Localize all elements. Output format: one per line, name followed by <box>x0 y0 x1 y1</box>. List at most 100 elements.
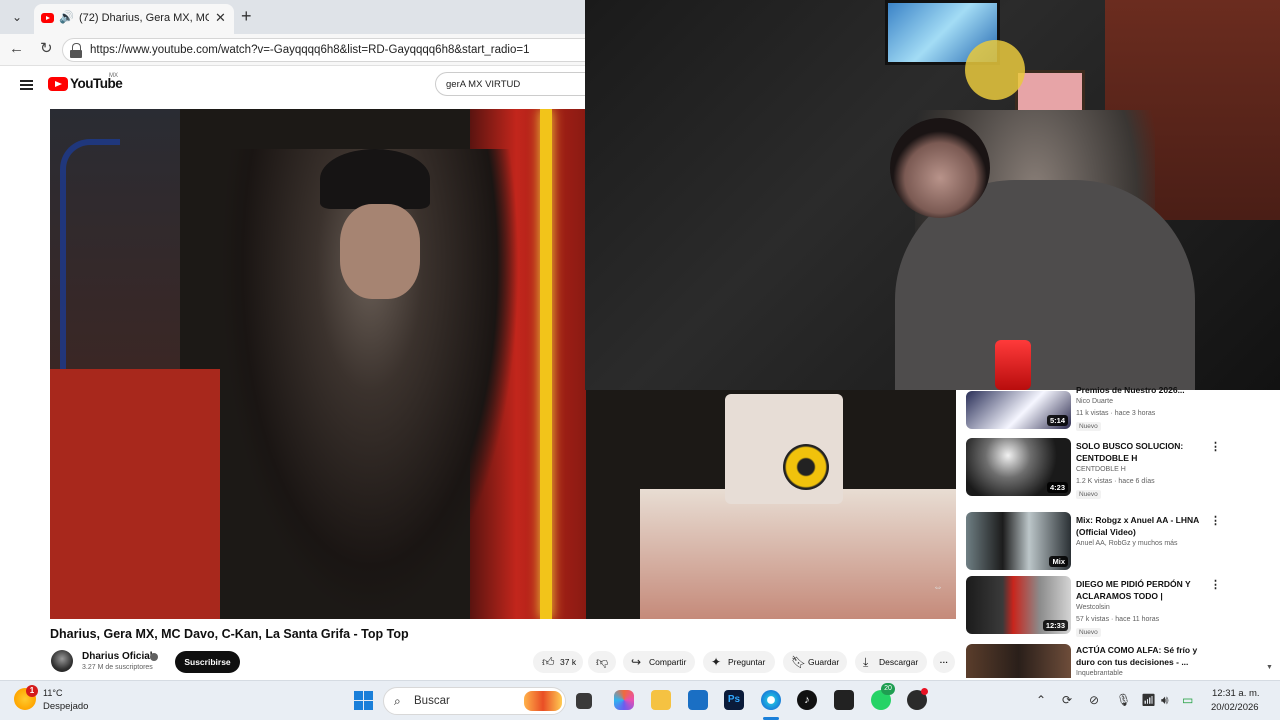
webcam-yellow-sticker <box>965 40 1025 100</box>
lock-icon[interactable] <box>70 43 82 58</box>
share-button[interactable]: ↪ Compartir <box>623 651 695 673</box>
taskbar-search[interactable]: ⌕ Buscar <box>383 687 566 715</box>
suggestion-title[interactable]: DIEGO ME PIDIÓ PERDÓN Y ACLARAMOS TODO |… <box>1076 578 1204 602</box>
ask-button[interactable]: ✦ Preguntar <box>703 651 775 673</box>
browser-tab-active[interactable]: 🔊 (72) Dharius, Gera MX, MC Da ✕ <box>34 4 234 34</box>
chevron-up-icon[interactable]: ⌃ <box>1036 693 1046 707</box>
task-view-icon[interactable] <box>576 693 592 709</box>
suggestion-title[interactable]: Mix: Robgz x Anuel AA - LHNA (Official V… <box>1076 514 1204 538</box>
photoshop-icon[interactable]: Ps <box>724 690 744 710</box>
url-text[interactable]: https://www.youtube.com/watch?v=-Gayqqqq… <box>90 44 529 56</box>
suggestion-channel[interactable]: CENTDOBLE H <box>1076 466 1126 473</box>
copilot-icon[interactable] <box>614 690 634 710</box>
wifi-icon[interactable]: 📶︎ <box>1141 693 1156 707</box>
verified-icon <box>150 653 158 661</box>
battery-icon[interactable]: ▭ <box>1182 693 1193 707</box>
download-button[interactable]: ⤓ Descargar <box>855 651 927 673</box>
video-scene-desk <box>640 489 956 619</box>
webcam-overlay <box>585 0 1280 390</box>
search-icon: ⌕ <box>394 694 401 708</box>
suggestion-channel[interactable]: Inquebrantable <box>1076 670 1123 677</box>
suggestion-item[interactable]: 5:14 Premios de Nuestro 2026... Nico Dua… <box>966 383 1206 433</box>
video-scene-cap <box>320 149 430 209</box>
suggestion-title[interactable]: Premios de Nuestro 2026... <box>1076 384 1204 396</box>
dislike-button[interactable]: 👎︎ <box>588 651 616 673</box>
duration-badge: 5:14 <box>1046 415 1068 426</box>
network-off-icon[interactable]: ⊘ <box>1089 693 1099 707</box>
scroll-down-arrow[interactable]: ▼ <box>1266 664 1273 671</box>
save-button[interactable]: 🔖︎ Guardar <box>783 651 847 673</box>
suggestion-title[interactable]: ACTÚA COMO ALFA: Sé frío y duro con tus … <box>1076 644 1204 668</box>
more-options-icon[interactable]: ⋮ <box>1210 440 1221 453</box>
windows-taskbar: 1 11°C Despejado ⌕ Buscar Ps ♪ 20 ⌃ ⟳ ⊘ … <box>0 680 1280 720</box>
subscriber-count: 3.27 M de suscriptores <box>82 664 153 671</box>
duration-badge: 4:23 <box>1046 482 1068 493</box>
microphone-icon[interactable]: 🎙︎ <box>1116 693 1131 707</box>
video-scene-red-panel <box>50 369 220 619</box>
drag-handle-icon[interactable]: ⇔ <box>932 582 944 594</box>
media-app-icon[interactable] <box>834 690 854 710</box>
suggestion-channel[interactable]: Nico Duarte <box>1076 398 1113 405</box>
suggestion-channel[interactable]: Anuel AA, RobGz y muchos más <box>1076 540 1178 547</box>
url-field[interactable]: https://www.youtube.com/watch?v=-Gayqqqq… <box>62 38 622 62</box>
channel-avatar[interactable] <box>51 650 73 672</box>
suggestion-item[interactable]: 4:23 SOLO BUSCO SOLUCION: CENTDOBLE H CE… <box>966 438 1221 499</box>
search-input[interactable]: gerA MX VIRTUD <box>435 72 600 96</box>
video-scene-speaker-cone <box>783 444 829 490</box>
close-icon[interactable]: ✕ <box>215 10 226 26</box>
suggestion-thumbnail[interactable]: 12:33 <box>966 576 1071 634</box>
new-tab-button[interactable]: + <box>241 6 252 26</box>
suggestion-title[interactable]: SOLO BUSCO SOLUCION: CENTDOBLE H <box>1076 440 1204 464</box>
video-title: Dharius, Gera MX, MC Davo, C-Kan, La San… <box>50 627 409 641</box>
clock-date[interactable]: 20/02/2026 <box>1211 702 1259 713</box>
dislike-icon: 👎︎ <box>596 655 609 669</box>
store-icon[interactable] <box>688 690 708 710</box>
plus-icon: + <box>241 6 252 26</box>
download-icon: ⤓ <box>863 655 869 669</box>
video-scene-speaker <box>725 394 843 504</box>
reload-icon[interactable]: ↻ <box>40 40 53 58</box>
file-explorer-icon[interactable] <box>651 690 671 710</box>
suggestion-item[interactable]: Mix Mix: Robgz x Anuel AA - LHNA (Offici… <box>966 512 1221 572</box>
suggestion-meta: 57 k vistas · hace 11 horas <box>1076 616 1160 623</box>
suggestion-thumbnail[interactable]: 5:14 <box>966 391 1071 429</box>
suggestion-thumbnail[interactable]: Mix <box>966 512 1071 570</box>
tab-actions-menu[interactable]: ⌄ <box>6 7 28 27</box>
more-options-icon[interactable]: ⋮ <box>1210 578 1221 591</box>
search-input-value[interactable]: gerA MX VIRTUD <box>446 79 520 90</box>
search-highlight-image <box>524 691 562 711</box>
taskbar-search-placeholder[interactable]: Buscar <box>414 695 450 707</box>
edge-icon[interactable] <box>761 690 781 710</box>
suggestion-thumbnail[interactable]: 4:23 <box>966 438 1071 496</box>
ask-label: Preguntar <box>728 657 766 667</box>
suggestion-meta: 11 k vistas · hace 3 horas <box>1076 410 1156 417</box>
new-badge: Nuevo <box>1076 490 1101 499</box>
weather-temperature[interactable]: 11°C <box>43 688 62 698</box>
sparkle-icon: ✦ <box>711 655 722 669</box>
suggestion-channel[interactable]: Westcolsin <box>1076 604 1110 611</box>
volume-icon[interactable]: 🔊︎ <box>1161 693 1169 708</box>
country-code: MX <box>109 73 118 79</box>
more-options-icon[interactable]: ⋮ <box>1210 514 1221 527</box>
clock-time[interactable]: 12:31 a. m. <box>1212 688 1260 699</box>
channel-name[interactable]: Dharius Oficial <box>82 651 153 662</box>
sync-icon[interactable]: ⟳ <box>1062 693 1072 707</box>
back-icon[interactable]: ← <box>9 40 24 58</box>
youtube-favicon-icon <box>41 13 54 23</box>
suggestion-item[interactable]: ACTÚA COMO ALFA: Sé frío y duro con tus … <box>966 644 1206 678</box>
new-badge: Nuevo <box>1076 628 1101 637</box>
like-button[interactable]: 👍︎ 37 k <box>533 651 583 673</box>
more-actions-button[interactable]: ··· <box>933 651 955 673</box>
share-label: Compartir <box>649 657 687 667</box>
subscribe-button[interactable]: Suscribirse <box>175 651 240 673</box>
tiktok-icon[interactable]: ♪ <box>797 690 817 710</box>
suggestion-item[interactable]: 12:33 DIEGO ME PIDIÓ PERDÓN Y ACLARAMOS … <box>966 576 1221 637</box>
windows-start-icon[interactable] <box>354 691 373 710</box>
hamburger-icon[interactable] <box>20 80 33 90</box>
weather-notification-badge: 1 <box>26 685 38 697</box>
duration-badge: 12:33 <box>1042 620 1068 631</box>
suggestion-thumbnail[interactable] <box>966 644 1071 678</box>
weather-description[interactable]: Despejado <box>43 701 88 712</box>
speaker-icon[interactable]: 🔊 <box>59 10 74 24</box>
youtube-logo-icon[interactable] <box>48 77 68 91</box>
